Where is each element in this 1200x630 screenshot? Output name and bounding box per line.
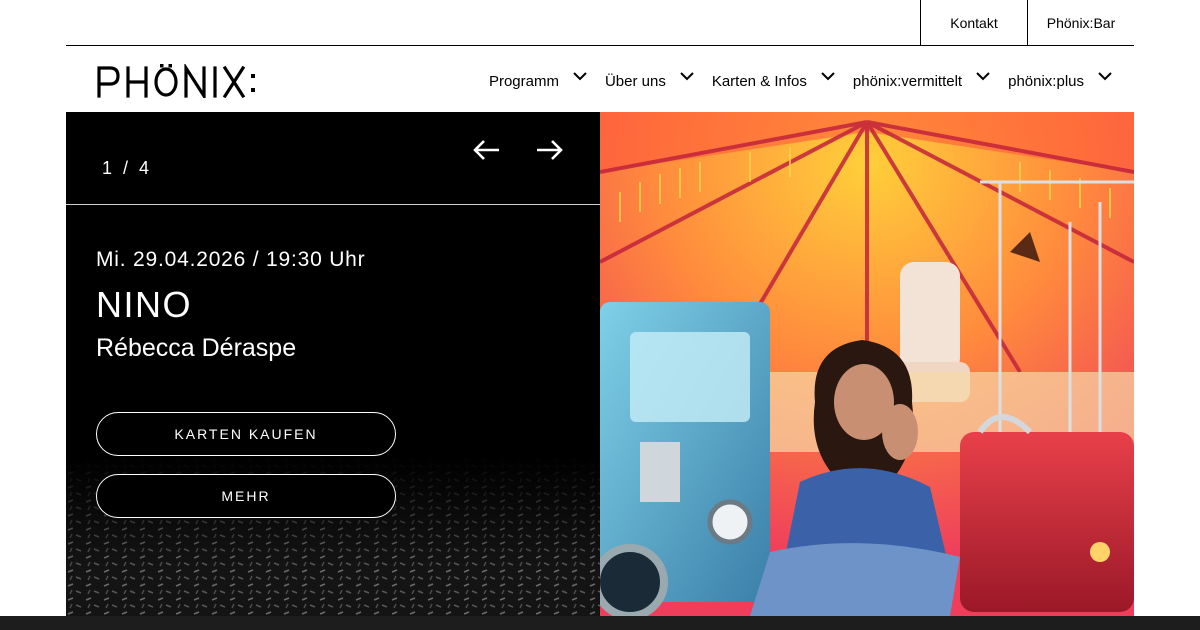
arrow-right-icon <box>537 140 563 160</box>
nav-item-label: Über uns <box>604 72 666 90</box>
event-title: NINO <box>96 284 192 325</box>
phoenix-logo-mark <box>97 64 255 98</box>
phoenix-bar-link[interactable]: Phönix:Bar <box>1027 0 1134 46</box>
arrow-left-icon <box>473 140 499 160</box>
nav-item-label: phönix:plus <box>1008 72 1084 90</box>
carousel-photo <box>600 112 1134 616</box>
utility-bar: Kontakt Phönix:Bar <box>66 0 1134 46</box>
bottom-strip <box>0 616 1200 630</box>
slider-arrows <box>470 134 598 166</box>
nav-item-label: Programm <box>488 72 559 90</box>
nav-item-programm[interactable]: Programm <box>488 71 587 90</box>
next-slide-button[interactable] <box>534 134 566 166</box>
phoenix-logo[interactable] <box>96 64 266 98</box>
nav-item-vermittelt[interactable]: phönix:vermittelt <box>852 71 990 90</box>
more-button[interactable]: MEHR <box>96 474 396 518</box>
prev-slide-button[interactable] <box>470 134 502 166</box>
panel-divider <box>66 204 600 205</box>
event-author: Rébecca Déraspe <box>96 334 297 362</box>
hero-slider: 1 / 4 Mi. 29.04.2026 / 19:30 Uhr NINO Ré… <box>66 112 1134 616</box>
slide-counter: 1 / 4 <box>102 158 153 178</box>
chevron-down-icon <box>573 71 587 80</box>
main-nav: Programm Über uns Karten & Infos phönix:… <box>471 46 1112 112</box>
nav-item-plus[interactable]: phönix:plus <box>1008 71 1112 90</box>
site-header: Programm Über uns Karten & Infos phönix:… <box>66 46 1134 112</box>
nav-item-label: Karten & Infos <box>711 72 807 90</box>
hero-image <box>600 112 1134 616</box>
chevron-down-icon <box>1098 71 1112 80</box>
kontakt-link[interactable]: Kontakt <box>920 0 1027 46</box>
hero-info-panel: 1 / 4 Mi. 29.04.2026 / 19:30 Uhr NINO Ré… <box>66 112 600 616</box>
utility-links: Kontakt Phönix:Bar <box>920 0 1134 46</box>
nav-item-ueber-uns[interactable]: Über uns <box>604 71 694 90</box>
chevron-down-icon <box>976 71 990 80</box>
nav-item-karten-infos[interactable]: Karten & Infos <box>711 71 835 90</box>
chevron-down-icon <box>821 71 835 80</box>
buy-tickets-button[interactable]: KARTEN KAUFEN <box>96 412 396 456</box>
chevron-down-icon <box>680 71 694 80</box>
nav-item-label: phönix:vermittelt <box>852 72 963 90</box>
event-date: Mi. 29.04.2026 / 19:30 Uhr <box>96 248 366 271</box>
